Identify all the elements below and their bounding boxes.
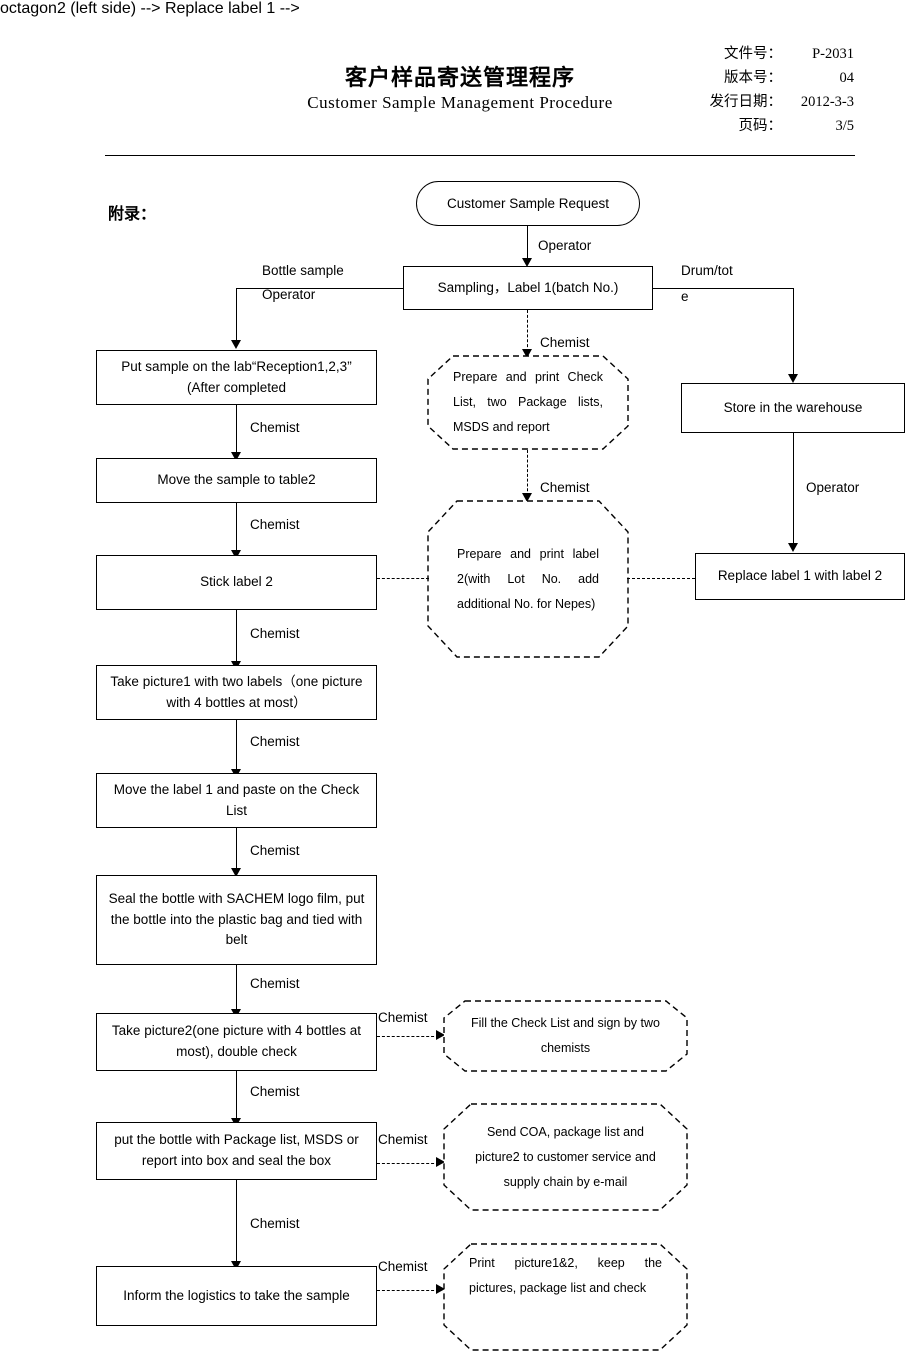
connector-octagon1-to-octagon2	[527, 450, 528, 496]
meta-row: 版本号： 04	[594, 66, 854, 90]
document-page: 客户样品寄送管理程序 Customer Sample Management Pr…	[0, 0, 920, 1351]
meta-key: 发行日期：	[709, 94, 783, 110]
meta-row: 页码： 3/5	[594, 114, 855, 138]
connector-left-8-9	[236, 1180, 237, 1264]
connector-sticklabel-to-octagon2	[377, 578, 429, 579]
connector-picture2-to-checklist	[377, 1036, 439, 1037]
process-label: put the bottle with Package list, MSDS o…	[114, 1132, 359, 1168]
connector-start-to-sampling	[527, 226, 528, 262]
octagon-text-container: Send COA, package list and picture2 to c…	[443, 1103, 688, 1211]
process-label: Take picture2(one picture with 4 bottles…	[111, 1023, 362, 1059]
connector-right-down	[793, 288, 794, 376]
octagon-label: Prepare and print Check List, two Packag…	[453, 370, 603, 434]
connector-octagon2-to-replace	[627, 578, 695, 579]
octagon-text-container: Print picture1&2, keep the pictures, pac…	[443, 1243, 688, 1351]
octagon-label: Send COA, package list and picture2 to c…	[475, 1124, 656, 1189]
process-move-label1-checklist: Move the label 1 and paste on the Check …	[96, 773, 377, 828]
process-seal-bottle-sachem: Seal the bottle with SACHEM logo film, p…	[96, 875, 377, 965]
process-replace-label: Replace label 1 with label 2	[695, 553, 905, 600]
process-inform-logistics: Inform the logistics to take the sample	[96, 1266, 377, 1326]
edge-label-chemist: Chemist	[250, 1216, 300, 1231]
octagon-fill-check-list: Fill the Check List and sign by two chem…	[443, 1000, 688, 1072]
edge-label-chemist: Chemist	[250, 976, 300, 991]
process-label: Move the label 1 and paste on the Check …	[113, 781, 360, 818]
connector-putbottle-to-sendcoa	[377, 1163, 439, 1164]
edge-label-drum-tote-1: Drum/tot	[681, 263, 733, 278]
process-label: Stick label 2	[200, 574, 273, 590]
connector-left-6-7	[236, 965, 237, 1012]
edge-label-operator: Operator	[538, 238, 592, 253]
process-store-warehouse-label: Store in the warehouse	[723, 399, 863, 415]
meta-row: 发行日期： 2012-3-3	[594, 90, 855, 114]
octagon-prepare-label2: Prepare and print label 2(with Lot No. a…	[427, 500, 629, 658]
process-label: Move the sample to table2	[157, 472, 316, 488]
process-sampling-label: Sampling，Label 1(batch No.)	[437, 279, 619, 295]
connector-sampling-to-octagon1	[527, 310, 528, 352]
meta-key: 页码：	[738, 118, 783, 134]
octagon-text-container: Fill the Check List and sign by two chem…	[443, 1000, 688, 1072]
edge-label-chemist: Chemist	[250, 626, 300, 641]
process-store-warehouse: Store in the warehouse	[681, 383, 905, 433]
edge-label-chemist: Chemist	[250, 517, 300, 532]
appendix-label: 附录：	[108, 206, 157, 223]
connector-left-1-2	[236, 405, 237, 455]
process-put-bottle-into-box: put the bottle with Package list, MSDS o…	[96, 1122, 377, 1180]
connector-left-4-5	[236, 720, 237, 772]
process-put-sample-reception: Put sample on the lab“Reception1,2,3” (A…	[96, 350, 377, 405]
document-meta: 文件号： P-2031 版本号： 04 发行日期： 2012-3-3 页码： 3…	[594, 42, 855, 138]
connector-left-7-8	[236, 1071, 237, 1121]
process-replace-label-text: Replace label 1 with label 2	[717, 568, 883, 584]
arrowhead-down	[788, 543, 798, 552]
edge-label-drum-tote-2: e	[681, 289, 689, 304]
connector-sampling-right	[653, 288, 794, 289]
edge-label-chemist: Chemist	[378, 1132, 428, 1147]
connector-logistics-to-print	[377, 1290, 439, 1291]
connector-left-5-6	[236, 828, 237, 871]
meta-value: P-2031	[812, 46, 854, 62]
octagon-print-pictures: Print picture1&2, keep the pictures, pac…	[443, 1243, 688, 1351]
connector-left-down	[236, 288, 237, 343]
flow-start-terminator: Customer Sample Request	[416, 181, 640, 226]
octagon-label: Print picture1&2, keep the pictures, pac…	[469, 1256, 662, 1295]
octagon-label: Fill the Check List and sign by two chem…	[471, 1016, 660, 1055]
connector-left-3-4	[236, 610, 237, 665]
octagon-text-container: Prepare and print Check List, two Packag…	[427, 355, 629, 450]
edge-label-operator: Operator	[806, 480, 860, 495]
meta-row: 文件号： P-2031	[594, 42, 854, 66]
edge-label-chemist: Chemist	[250, 420, 300, 435]
process-label: Seal the bottle with SACHEM logo film, p…	[108, 890, 365, 948]
edge-label-chemist: Chemist	[540, 335, 590, 350]
octagon-prepare-check-list: Prepare and print Check List, two Packag…	[427, 355, 629, 450]
octagon-text-container: Prepare and print label 2(with Lot No. a…	[427, 500, 629, 658]
edge-label-chemist: Chemist	[378, 1010, 428, 1025]
octagon-label: Prepare and print label 2(with Lot No. a…	[457, 546, 599, 611]
edge-label-chemist: Chemist	[250, 843, 300, 858]
edge-label-chemist: Chemist	[250, 734, 300, 749]
process-label: Take picture1 with two labels（one pictur…	[110, 673, 363, 710]
edge-label-chemist: Chemist	[378, 1259, 428, 1274]
meta-value: 2012-3-3	[800, 94, 854, 110]
edge-label-chemist: Chemist	[250, 1084, 300, 1099]
octagon-send-coa: Send COA, package list and picture2 to c…	[443, 1103, 688, 1211]
flow-start-label: Customer Sample Request	[446, 196, 610, 211]
process-sampling: Sampling，Label 1(batch No.)	[403, 266, 653, 310]
connector-left-2-3	[236, 503, 237, 553]
edge-label-bottle-sample: Bottle sample	[262, 263, 344, 278]
meta-value: 3/5	[835, 118, 854, 134]
connector-warehouse-to-replace	[793, 433, 794, 546]
process-label: Put sample on the lab“Reception1,2,3” (A…	[121, 358, 352, 395]
process-stick-label2: Stick label 2	[96, 555, 377, 610]
meta-value: 04	[839, 70, 855, 86]
process-move-sample-table2: Move the sample to table2	[96, 458, 377, 503]
arrowhead-down	[788, 374, 798, 383]
meta-key: 文件号：	[724, 46, 782, 62]
meta-key: 版本号：	[724, 70, 782, 86]
arrowhead-down	[231, 340, 241, 349]
process-label: Inform the logistics to take the sample	[123, 1287, 350, 1303]
edge-label-chemist: Chemist	[540, 480, 590, 495]
edge-label-operator: Operator	[262, 287, 316, 302]
process-take-picture2: Take picture2(one picture with 4 bottles…	[96, 1013, 377, 1071]
process-take-picture1: Take picture1 with two labels（one pictur…	[96, 665, 377, 720]
header-divider	[105, 155, 855, 156]
